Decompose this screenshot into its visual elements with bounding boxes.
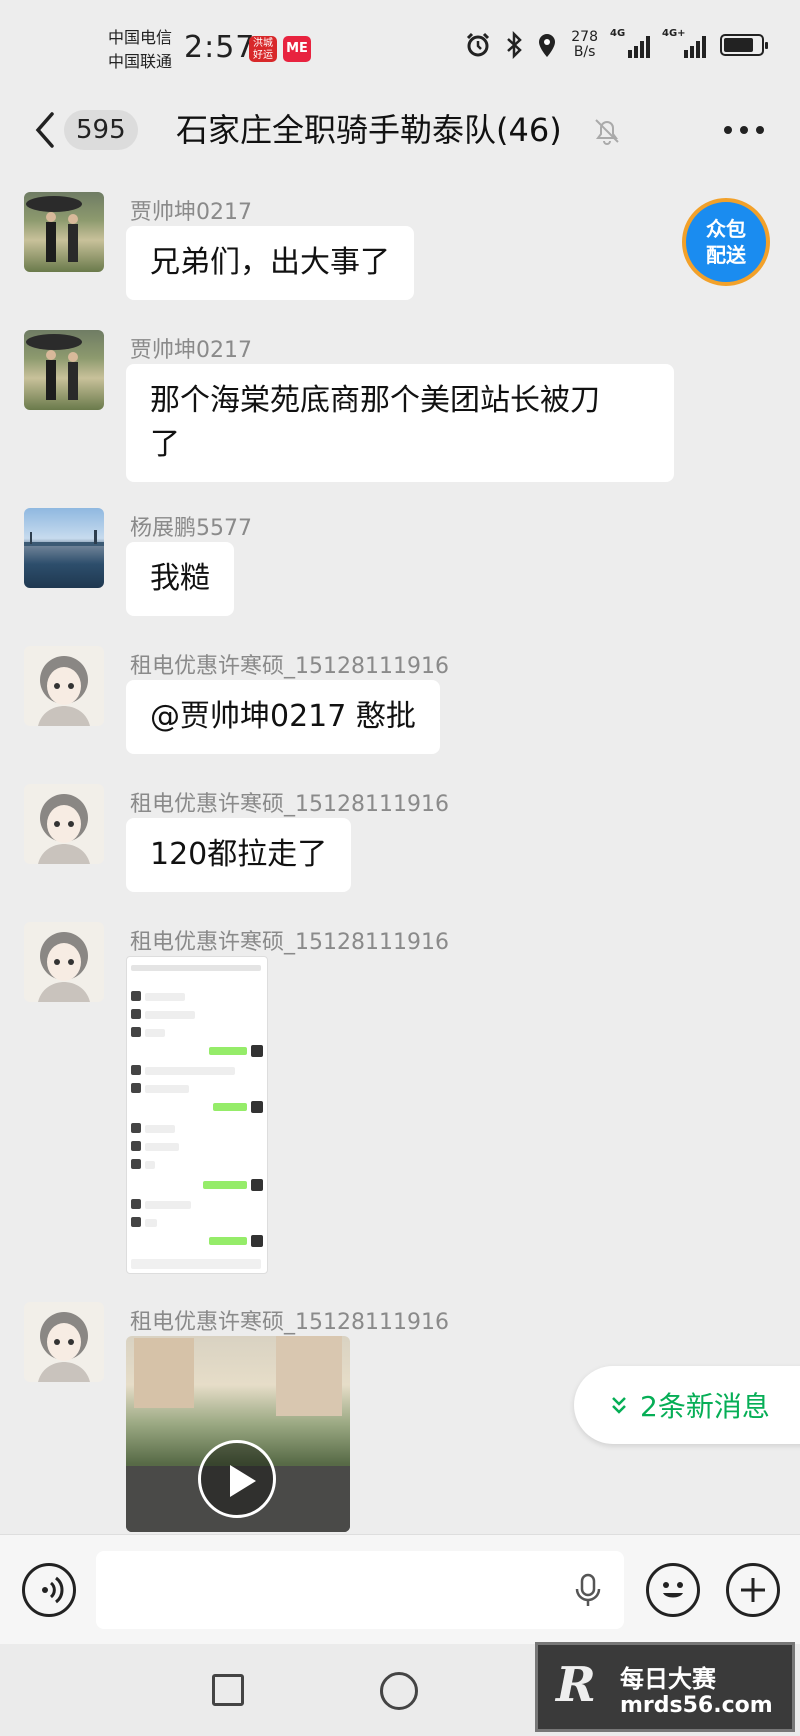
voice-toggle-button[interactable] xyxy=(22,1563,76,1617)
net-speed-unit: B/s xyxy=(573,44,596,60)
new-messages-label: 2条新消息 xyxy=(640,1390,770,1423)
new-messages-button[interactable]: 2条新消息 xyxy=(574,1366,800,1444)
avatar[interactable] xyxy=(24,508,104,588)
message-bubble[interactable]: 兄弟们，出大事了 xyxy=(126,226,414,300)
message-item: 租电优惠许寒硕_15128111916 @贾帅坤0217 憨批 xyxy=(24,646,724,766)
microphone-icon[interactable] xyxy=(572,1573,604,1609)
signal-2-icon: 4G+ xyxy=(662,28,706,58)
signal-2-label: 4G+ xyxy=(662,28,686,39)
message-bubble[interactable]: 120都拉走了 xyxy=(126,818,352,892)
delivery-label-line1: 众包 xyxy=(706,217,746,241)
video-attachment[interactable] xyxy=(126,1336,350,1532)
message-item: 贾帅坤0217 那个海棠苑底商那个美团站长被刀 了 xyxy=(24,330,724,490)
app-badge-icon: 洪城好运 xyxy=(249,36,277,62)
more-functions-button[interactable] xyxy=(726,1563,780,1617)
carrier-2: 中国联通 xyxy=(108,52,173,71)
avatar[interactable] xyxy=(24,784,104,864)
watermark-title: 每日大赛 xyxy=(620,1665,716,1693)
net-speed: 278 B/s xyxy=(571,30,598,60)
net-speed-value: 278 xyxy=(571,29,598,45)
input-bar xyxy=(0,1534,800,1644)
sender-name: 租电优惠许寒硕_15128111916 xyxy=(130,930,449,955)
sender-name: 租电优惠许寒硕_15128111916 xyxy=(130,654,449,679)
delivery-float-button[interactable]: 众包 配送 xyxy=(682,198,770,286)
bluetooth-icon xyxy=(507,31,523,59)
home-button[interactable] xyxy=(380,1672,418,1710)
plus-icon xyxy=(741,1578,765,1602)
message-bubble[interactable]: @贾帅坤0217 憨批 xyxy=(126,680,440,754)
message-bubble[interactable]: 那个海棠苑底商那个美团站长被刀 了 xyxy=(126,364,674,482)
recent-apps-button[interactable] xyxy=(212,1674,244,1706)
sender-name: 租电优惠许寒硕_15128111916 xyxy=(130,792,449,817)
message-text-line: 那个海棠苑底商那个美团站长被刀 xyxy=(150,383,600,418)
carrier-1: 中国电信 xyxy=(108,28,173,47)
sender-name: 租电优惠许寒硕_15128111916 xyxy=(130,1310,449,1335)
delivery-label-line2: 配送 xyxy=(706,243,746,267)
message-item: 杨展鹏5577 我糙 xyxy=(24,508,724,628)
sender-name: 杨展鹏5577 xyxy=(130,516,252,541)
carrier-labels: 中国电信 中国联通 xyxy=(108,26,172,74)
message-bubble[interactable]: 我糙 xyxy=(126,542,234,616)
image-attachment[interactable] xyxy=(126,956,268,1274)
back-button[interactable] xyxy=(30,110,60,150)
message-item: 贾帅坤0217 兄弟们，出大事了 xyxy=(24,192,724,312)
watermark-r-logo: R xyxy=(556,1657,596,1713)
bell-muted-icon xyxy=(595,119,619,145)
status-bar: 中国电信 中国联通 2:57 洪城好运 ME 278 B/s 4G 4G+ xyxy=(0,0,800,92)
sender-name: 贾帅坤0217 xyxy=(130,338,252,363)
message-input[interactable] xyxy=(96,1551,624,1629)
watermark-logo: R 每日大赛 mrds56.com xyxy=(535,1642,795,1732)
sender-name: 贾帅坤0217 xyxy=(130,200,252,225)
watermark-url: mrds56.com xyxy=(620,1693,773,1718)
location-icon xyxy=(539,34,556,57)
signal-1-label: 4G xyxy=(610,28,626,39)
emoji-button[interactable] xyxy=(646,1563,700,1617)
message-item: 租电优惠许寒硕_15128111916 xyxy=(24,922,724,1292)
emoji-icon xyxy=(663,1582,683,1598)
message-item: 租电优惠许寒硕_15128111916 120都拉走了 xyxy=(24,784,724,904)
chat-title: 石家庄全职骑手勒泰队(46) xyxy=(176,111,562,149)
avatar[interactable] xyxy=(24,646,104,726)
double-chevron-down-icon xyxy=(612,1397,626,1414)
battery-icon xyxy=(720,34,768,56)
more-options-button[interactable] xyxy=(724,120,764,140)
message-text-line: 了 xyxy=(150,427,180,462)
avatar[interactable] xyxy=(24,922,104,1002)
system-icons: 278 B/s 4G 4G+ xyxy=(465,28,768,60)
unread-count-badge[interactable]: 595 xyxy=(64,110,138,150)
avatar[interactable] xyxy=(24,330,104,410)
alarm-icon xyxy=(467,32,490,57)
chat-header: 595 石家庄全职骑手勒泰队(46) xyxy=(0,92,800,166)
avatar[interactable] xyxy=(24,192,104,272)
play-button[interactable] xyxy=(198,1440,276,1518)
voice-icon xyxy=(42,1576,64,1604)
avatar[interactable] xyxy=(24,1302,104,1382)
signal-1-icon: 4G xyxy=(610,28,650,58)
status-time: 2:57 xyxy=(184,30,256,65)
app-badge-icon: ME xyxy=(283,36,311,62)
